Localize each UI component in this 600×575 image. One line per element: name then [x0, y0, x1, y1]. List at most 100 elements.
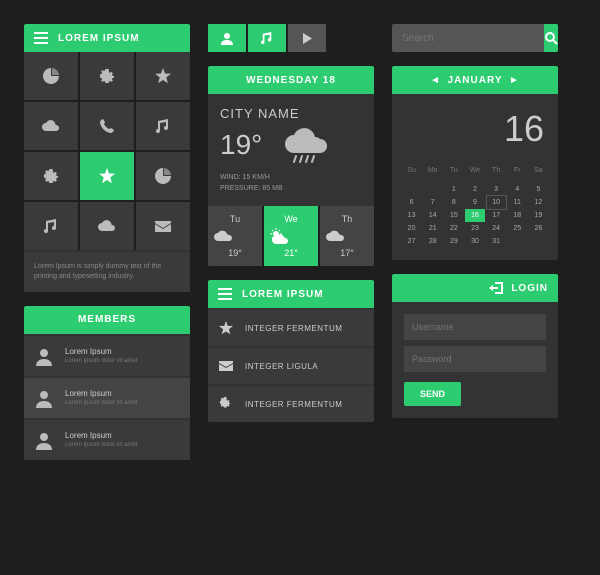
weather-card: WEDNESDAY 18 CITY NAME 19° WIND: 15 KM/H…	[208, 66, 374, 266]
cal-day[interactable]: 19	[529, 209, 548, 222]
send-button[interactable]: SEND	[404, 382, 461, 406]
cal-day[interactable]: 13	[402, 209, 421, 222]
cal-day[interactable]: 28	[423, 235, 442, 248]
rain-cloud-icon	[282, 125, 330, 165]
cal-day[interactable]: 26	[529, 222, 548, 235]
login-header: LOGIN	[392, 274, 558, 302]
avatar-icon	[33, 429, 55, 451]
member-row[interactable]: Lorem IpsumLorem ipsum dolor sit amet	[24, 420, 190, 460]
member-row[interactable]: Lorem IpsumLorem ipsum dolor sit amet	[24, 378, 190, 418]
list-item[interactable]: INTEGER FERMENTUM	[208, 386, 374, 422]
menu-icon[interactable]	[218, 288, 232, 300]
tile-chart-2[interactable]	[136, 152, 190, 200]
username-field[interactable]	[404, 314, 546, 340]
cal-day[interactable]: 27	[402, 235, 421, 248]
cal-day[interactable]: 7	[423, 196, 442, 209]
weather-icon	[212, 228, 234, 244]
cal-day[interactable]: 30	[465, 235, 484, 248]
cal-day[interactable]: 17	[487, 209, 506, 222]
search-bar	[392, 24, 558, 52]
cal-day[interactable]: 6	[402, 196, 421, 209]
tile-mail[interactable]	[136, 202, 190, 250]
cal-day[interactable]: 16	[465, 209, 484, 222]
cal-day[interactable]: 2	[465, 183, 484, 196]
pressure-stat: PRESSURE: 85 MB	[220, 184, 362, 195]
search-input[interactable]	[392, 24, 544, 52]
tile-cloud[interactable]	[24, 102, 78, 150]
list-item-icon	[219, 321, 233, 335]
member-row[interactable]: Lorem IpsumLorem ipsum dolor sit amet	[24, 336, 190, 376]
login-card: LOGIN SEND	[392, 274, 558, 418]
cal-day[interactable]: 22	[444, 222, 463, 235]
cal-day	[529, 235, 548, 248]
music-button[interactable]	[248, 24, 286, 52]
cal-day[interactable]: 10	[487, 196, 506, 209]
list-item[interactable]: INTEGER LIGULA	[208, 348, 374, 384]
cal-day[interactable]: 25	[508, 222, 527, 235]
user-button[interactable]	[208, 24, 246, 52]
cal-day[interactable]: 9	[465, 196, 484, 209]
list-item-icon	[219, 359, 233, 373]
menu-icon[interactable]	[34, 32, 48, 44]
password-field[interactable]	[404, 346, 546, 372]
login-icon	[489, 282, 503, 294]
avatar-icon	[33, 345, 55, 367]
cal-day[interactable]: 31	[487, 235, 506, 248]
list-card: LOREM IPSUM INTEGER FERMENTUMINTEGER LIG…	[208, 280, 374, 422]
cal-day	[423, 183, 442, 196]
tile-chart[interactable]	[24, 52, 78, 100]
cal-day[interactable]: 1	[444, 183, 463, 196]
cal-day[interactable]: 18	[508, 209, 527, 222]
forecast-day[interactable]: Th17°	[320, 206, 374, 266]
app-header: LOREM IPSUM	[24, 24, 190, 52]
city-name: CITY NAME	[220, 106, 362, 121]
cal-day[interactable]: 3	[487, 183, 506, 196]
month-label: JANUARY	[448, 75, 503, 86]
cal-day[interactable]: 21	[423, 222, 442, 235]
cal-day[interactable]: 5	[529, 183, 548, 196]
dow-label: We	[465, 164, 484, 177]
cal-day[interactable]: 8	[444, 196, 463, 209]
list-item[interactable]: INTEGER FERMENTUM	[208, 310, 374, 346]
tile-star-active[interactable]	[80, 152, 134, 200]
cal-day[interactable]: 23	[465, 222, 484, 235]
app-title: LOREM IPSUM	[58, 33, 140, 44]
tile-music[interactable]	[136, 102, 190, 150]
play-button[interactable]	[288, 24, 326, 52]
cal-day[interactable]: 14	[423, 209, 442, 222]
tile-phone[interactable]	[80, 102, 134, 150]
cal-day[interactable]: 4	[508, 183, 527, 196]
cal-day[interactable]: 20	[402, 222, 421, 235]
cal-day[interactable]: 15	[444, 209, 463, 222]
cal-day[interactable]: 24	[487, 222, 506, 235]
app-menu-card: LOREM IPSUM Lorem Ipsum is simply dummy …	[24, 24, 190, 292]
list-item-icon	[219, 397, 233, 411]
cal-day[interactable]: 29	[444, 235, 463, 248]
members-header: MEMBERS	[24, 306, 190, 334]
login-title: LOGIN	[511, 283, 548, 294]
search-button[interactable]	[544, 24, 558, 52]
dow-label: Tu	[444, 164, 463, 177]
prev-month-icon[interactable]: ◄	[424, 75, 448, 86]
cal-day	[402, 183, 421, 196]
weather-icon	[268, 228, 290, 244]
cal-day	[508, 235, 527, 248]
tile-cloud-2[interactable]	[80, 202, 134, 250]
tile-music-2[interactable]	[24, 202, 78, 250]
dow-label: Sa	[529, 164, 548, 177]
cal-day[interactable]: 11	[508, 196, 527, 209]
tile-gear-2[interactable]	[24, 152, 78, 200]
tile-footer-text: Lorem Ipsum is simply dummy text of the …	[24, 252, 190, 292]
dow-label: Fr	[508, 164, 527, 177]
temperature: 19°	[220, 129, 262, 161]
forecast-day[interactable]: Tu19°	[208, 206, 262, 266]
tile-gear[interactable]	[80, 52, 134, 100]
weather-icon	[324, 228, 346, 244]
dow-label: Su	[402, 164, 421, 177]
forecast-day[interactable]: We21°	[264, 206, 318, 266]
toolbar	[208, 24, 374, 52]
tile-star[interactable]	[136, 52, 190, 100]
cal-day[interactable]: 12	[529, 196, 548, 209]
list-header: LOREM IPSUM	[208, 280, 374, 308]
next-month-icon[interactable]: ►	[502, 75, 526, 86]
